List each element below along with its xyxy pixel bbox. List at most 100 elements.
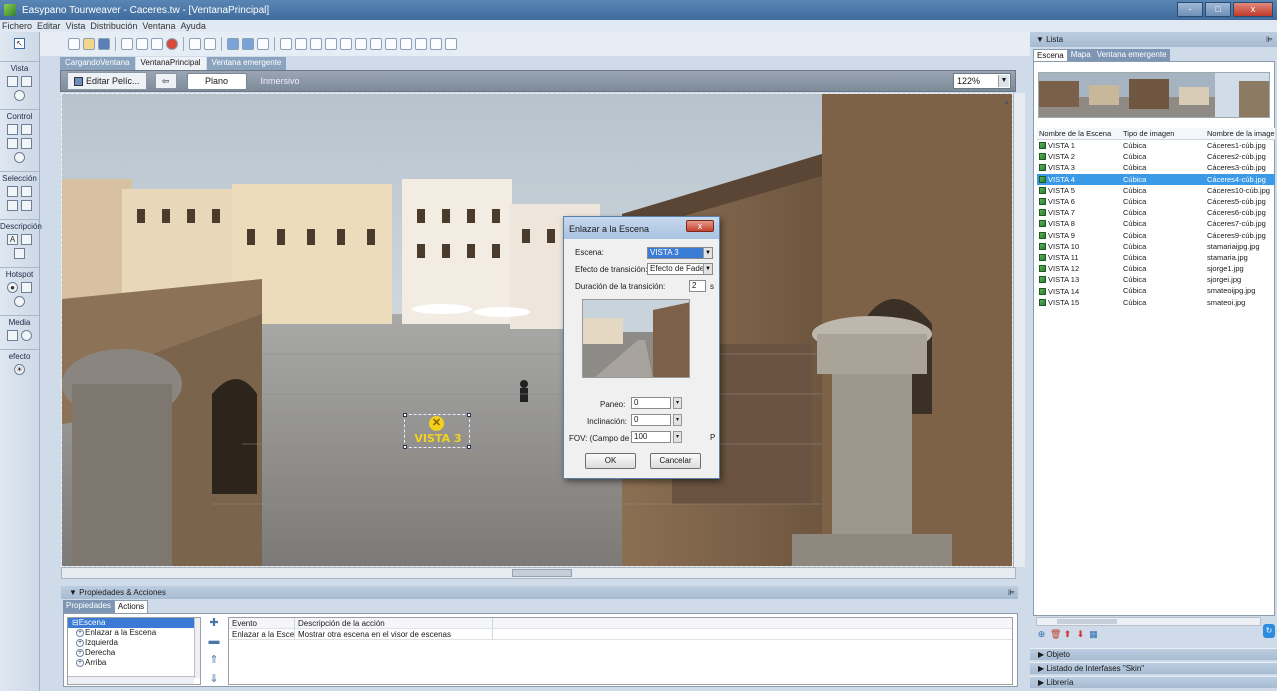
menu-vista[interactable]: Vista <box>66 21 86 31</box>
fov-spinner[interactable]: ▾ <box>673 431 682 443</box>
move-up-icon[interactable]: ⬆ <box>1063 629 1072 640</box>
gallery-icon[interactable] <box>21 200 32 211</box>
event-tree[interactable]: ⊟Escena + Enlazar a la Escena + Izquierda … <box>67 617 201 685</box>
scene-row[interactable]: VISTA 11 Cúbica stamaria.jpg <box>1037 252 1275 263</box>
save-icon[interactable] <box>98 38 110 50</box>
preview-icon[interactable] <box>227 38 239 50</box>
sound-tool-icon[interactable] <box>21 138 32 149</box>
minimize-button[interactable]: - <box>1177 2 1203 17</box>
scene-row[interactable]: VISTA 12 Cúbica sjorge1.jpg <box>1037 263 1275 274</box>
inclinacion-input[interactable]: 0 <box>631 414 671 426</box>
map-viewer-icon[interactable] <box>21 76 32 87</box>
tab-actions[interactable]: Actions <box>113 600 149 613</box>
section-skin-list[interactable]: ▶ Listado de Interfases "Skin" <box>1030 662 1277 674</box>
align-bottom-icon[interactable] <box>355 38 367 50</box>
inclinacion-spinner[interactable]: ▾ <box>673 414 682 426</box>
escena-select[interactable]: VISTA 3 ▼ <box>647 247 713 259</box>
tree-node-escena[interactable]: ⊟Escena <box>68 618 200 628</box>
viewer-icon[interactable] <box>7 76 18 87</box>
tab-propiedades[interactable]: Propiedades <box>63 600 114 613</box>
pin-icon[interactable]: ⊫ <box>1008 586 1015 599</box>
duracion-input[interactable]: 2 <box>689 280 706 292</box>
scene-row[interactable]: VISTA 14 Cúbica smateoijpg.jpg <box>1037 285 1275 296</box>
tab-mapa[interactable]: Mapa <box>1067 49 1094 61</box>
add-scene-icon[interactable]: ⊕ <box>1037 629 1046 640</box>
col-image-name[interactable]: Nombre de la imagen <box>1205 128 1275 139</box>
tree-node-izquierda[interactable]: + Izquierda <box>68 638 200 648</box>
same-height-icon[interactable] <box>385 38 397 50</box>
edit-movie-button[interactable]: Editar Pelíc... <box>67 72 147 90</box>
tree-horizontal-scrollbar[interactable] <box>68 676 194 684</box>
tree-vertical-scrollbar[interactable] <box>194 618 200 678</box>
tab-cargando-ventana[interactable]: CargandoVentana <box>60 57 136 70</box>
menu-ventana[interactable]: Ventana <box>142 21 175 31</box>
viewer-vertical-scrollbar[interactable] <box>1013 93 1025 567</box>
remove-action-icon[interactable]: ▬ <box>209 635 220 647</box>
cancel-button[interactable]: Cancelar <box>650 453 701 469</box>
section-objeto[interactable]: ▶ Objeto <box>1030 648 1277 660</box>
align-left-icon[interactable] <box>280 38 292 50</box>
combo-box-icon[interactable] <box>21 186 32 197</box>
collapse-arrow-icon[interactable]: ▼ <box>1036 35 1046 44</box>
space-vertical-icon[interactable] <box>415 38 427 50</box>
paneo-input[interactable]: 0 <box>631 397 671 409</box>
resize-handle[interactable] <box>467 445 471 449</box>
list-horizontal-scrollbar[interactable] <box>1036 617 1261 626</box>
zoom-select[interactable]: 122% ▼ <box>953 73 1011 89</box>
undo-icon[interactable] <box>189 38 201 50</box>
viewer-horizontal-scrollbar[interactable] <box>61 567 1016 579</box>
align-top-icon[interactable] <box>325 38 337 50</box>
space-horizontal-icon[interactable] <box>400 38 412 50</box>
scene-properties-icon[interactable]: ▦ <box>1089 629 1098 640</box>
immersive-mode-button[interactable]: Inmersivo <box>261 76 300 86</box>
settings-icon[interactable] <box>257 38 269 50</box>
move-down-icon[interactable]: ⇓ <box>209 672 218 685</box>
properties-panel-header[interactable]: ▼ Propiedades & Acciones ⊫ <box>61 586 1018 599</box>
back-arrow-button[interactable]: ⇦ <box>154 73 177 89</box>
resize-handle[interactable] <box>403 445 407 449</box>
move-up-icon[interactable]: ⇑ <box>209 653 218 666</box>
tree-node-enlazar[interactable]: + Enlazar a la Escena <box>68 628 200 638</box>
grid-row[interactable]: Enlazar a la Escena Mostrar otra escena … <box>229 629 1012 640</box>
area-hotspot-icon[interactable] <box>21 282 32 293</box>
compass-tool-icon[interactable] <box>14 152 25 163</box>
scene-row[interactable]: VISTA 7 Cúbica Cáceres6-cúb.jpg <box>1037 207 1275 218</box>
new-file-icon[interactable] <box>68 38 80 50</box>
cut-icon[interactable] <box>121 38 133 50</box>
paneo-spinner[interactable]: ▾ <box>673 397 682 409</box>
tab-ventana-emergente-list[interactable]: Ventana emergente <box>1093 49 1170 61</box>
menu-distribucion[interactable]: Distribución <box>90 21 137 31</box>
tab-ventana-emergente[interactable]: Ventana emergente <box>206 57 288 70</box>
sun-effect-icon[interactable]: ☀ <box>14 364 25 375</box>
scene-row[interactable]: VISTA 10 Cúbica stamariaijpg.jpg <box>1037 241 1275 252</box>
menu-fichero[interactable]: Fichero <box>2 21 32 31</box>
resize-handle[interactable] <box>467 413 471 417</box>
polygon-hotspot-icon[interactable] <box>14 296 25 307</box>
video-tool-icon[interactable] <box>7 330 18 341</box>
scene-row[interactable]: VISTA 13 Cúbica sjorgei.jpg <box>1037 274 1275 285</box>
same-width-icon[interactable] <box>370 38 382 50</box>
scene-row[interactable]: VISTA 8 Cúbica Cáceres7-cúb.jpg <box>1037 218 1275 229</box>
efecto-select[interactable]: Efecto de Fade I ▼ <box>647 263 713 275</box>
slider-tool-icon[interactable] <box>7 138 18 149</box>
pointer-icon[interactable]: ↖ <box>14 38 25 49</box>
close-button[interactable]: x <box>1233 2 1273 17</box>
scrollbar-thumb[interactable] <box>512 569 572 577</box>
button-tool-icon[interactable] <box>7 124 18 135</box>
tab-ventana-principal[interactable]: VentanaPrincipal <box>135 57 207 70</box>
scene-panorama-strip[interactable] <box>1038 72 1270 118</box>
flash-tool-icon[interactable] <box>21 330 32 341</box>
scene-row[interactable]: VISTA 6 Cúbica Cáceres5-cúb.jpg <box>1037 196 1275 207</box>
menu-editar[interactable]: Editar <box>37 21 61 31</box>
tree-node-derecha[interactable]: + Derecha <box>68 648 200 658</box>
caption-tool-icon[interactable] <box>14 248 25 259</box>
redo-icon[interactable] <box>204 38 216 50</box>
snap-icon[interactable] <box>445 38 457 50</box>
tab-escena[interactable]: Escena <box>1033 49 1068 61</box>
fov-input[interactable]: 100 <box>631 431 671 443</box>
paste-icon[interactable] <box>151 38 163 50</box>
align-center-icon[interactable] <box>295 38 307 50</box>
scene-row[interactable]: VISTA 3 Cúbica Cáceres3-cúb.jpg <box>1037 162 1275 173</box>
scene-row[interactable]: VISTA 5 Cúbica Cáceres10-cúb.jpg <box>1037 185 1275 196</box>
scene-link-hotspot[interactable]: ✕ VISTA 3 <box>403 413 471 449</box>
